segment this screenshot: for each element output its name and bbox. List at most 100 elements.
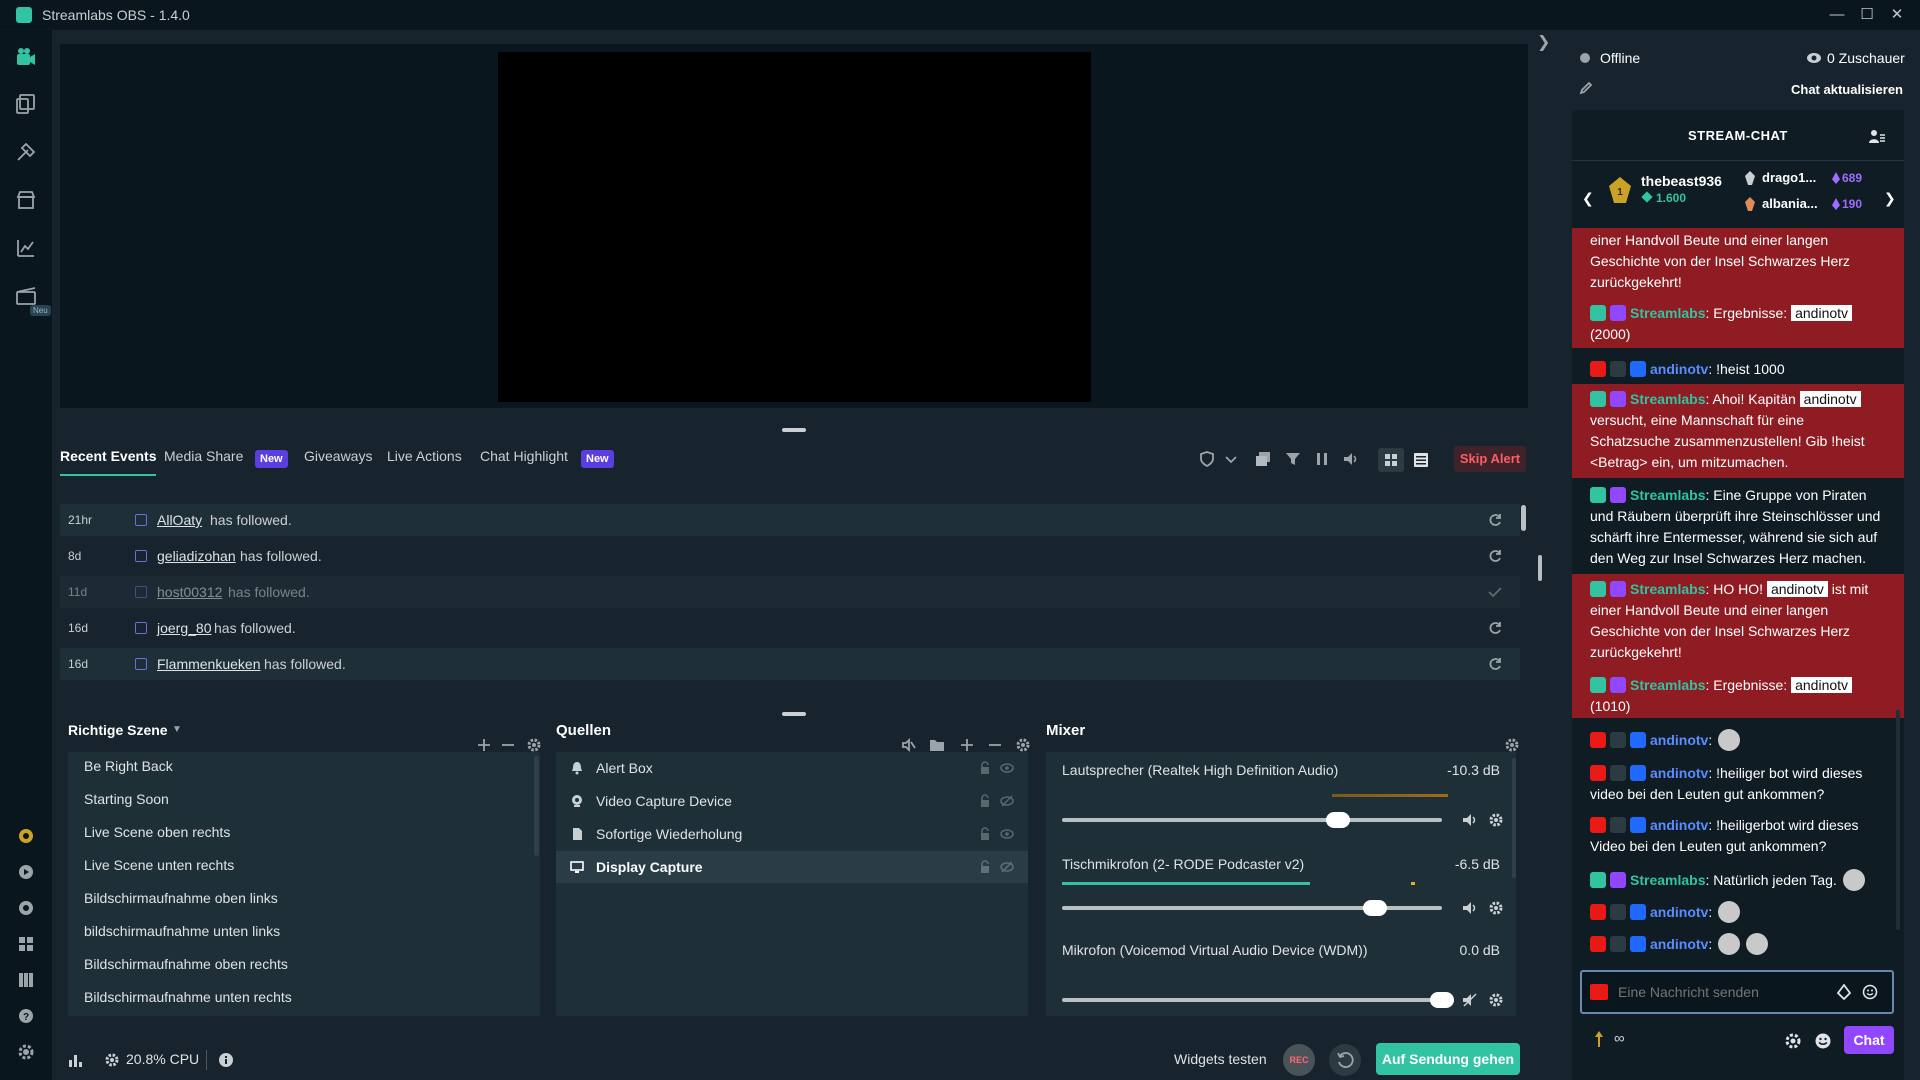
prime-icon[interactable] [14, 824, 38, 848]
close-button[interactable]: ✕ [1884, 4, 1910, 26]
lock-icon[interactable] [978, 794, 992, 808]
panel-resize-handle[interactable] [782, 712, 806, 716]
add-folder-icon[interactable] [929, 737, 945, 753]
widgets-test-label[interactable]: Widgets testen [1174, 1051, 1267, 1067]
speaker-icon[interactable] [1462, 812, 1478, 828]
volume-slider-knob[interactable] [1326, 812, 1350, 828]
channel-points-icon[interactable] [1594, 1030, 1604, 1048]
source-settings-icon[interactable] [1015, 737, 1031, 753]
studio-mode-icon[interactable] [14, 968, 38, 992]
maximize-button[interactable]: ☐ [1854, 4, 1880, 26]
leaderboard-next-arrow-icon[interactable]: ❯ [1884, 190, 1896, 207]
skip-alert-button[interactable]: Skip Alert [1454, 446, 1526, 472]
scene-collection-dropdown-icon[interactable]: ▼ [172, 724, 182, 735]
channel-settings-icon[interactable] [1488, 812, 1504, 828]
scenes-scrollbar[interactable] [534, 756, 539, 856]
event-user-link[interactable]: Flammenkueken [157, 656, 261, 672]
record-button[interactable]: REC [1283, 1044, 1315, 1076]
eye-icon[interactable] [1000, 827, 1014, 841]
volume-slider-track[interactable] [1062, 818, 1442, 822]
chat-input-box[interactable] [1580, 970, 1894, 1014]
source-item[interactable]: Video Capture Device [556, 785, 1028, 817]
repeat-alert-icon[interactable] [1486, 511, 1504, 529]
chat-settings-icon[interactable] [1784, 1032, 1802, 1050]
scene-item[interactable]: Be Right Back [84, 758, 173, 774]
grid-view-button[interactable] [1378, 448, 1404, 472]
list-view-button[interactable] [1408, 448, 1434, 472]
scene-item[interactable]: Live Scene unten rechts [84, 857, 234, 873]
volume-slider-knob[interactable] [1430, 992, 1454, 1008]
send-chat-button[interactable]: Chat [1844, 1026, 1894, 1054]
scene-item[interactable]: Starting Soon [84, 791, 169, 807]
source-item-selected[interactable]: Display Capture [556, 851, 1028, 883]
edit-pencil-icon[interactable] [1578, 80, 1594, 96]
repeat-alert-icon[interactable] [1486, 619, 1504, 637]
help-icon[interactable]: ? [14, 1004, 38, 1028]
layout-editor-icon[interactable] [14, 92, 38, 116]
pause-icon[interactable] [1313, 450, 1331, 468]
mixer-scrollbar[interactable] [1512, 758, 1516, 878]
add-scene-icon[interactable] [476, 737, 492, 753]
app-store-icon[interactable] [14, 188, 38, 212]
chat-message-input[interactable] [1618, 981, 1818, 1003]
performance-bars-icon[interactable] [68, 1052, 84, 1068]
scene-collection-title[interactable]: Richtige Szene [68, 722, 168, 738]
scene-item[interactable]: Bildschirmaufnahme unten rechts [84, 989, 292, 1005]
scene-item[interactable]: Live Scene oben rechts [84, 824, 230, 840]
dashboard-chart-icon[interactable] [14, 236, 38, 260]
preview-canvas[interactable] [498, 52, 1091, 402]
refresh-chat-button[interactable]: Chat aktualisieren [1791, 82, 1903, 97]
eye-slash-icon[interactable] [1000, 860, 1014, 874]
scene-settings-icon[interactable] [526, 737, 542, 753]
chat-scrollbar[interactable] [1896, 710, 1900, 930]
emoji-icon[interactable] [1862, 984, 1878, 1000]
event-user-link[interactable]: host00312 [157, 584, 222, 600]
lock-icon[interactable] [978, 860, 992, 874]
event-user-link[interactable]: AllOaty [157, 512, 202, 528]
user-list-icon[interactable] [1868, 128, 1886, 146]
event-user-link[interactable]: geliadizohan [157, 548, 236, 564]
tab-recent-events[interactable]: Recent Events [60, 448, 157, 476]
source-item[interactable]: Alert Box [556, 752, 1028, 784]
scene-item[interactable]: bildschirmaufnahme unten links [84, 923, 280, 939]
mixer-settings-icon[interactable] [1504, 737, 1520, 753]
add-source-icon[interactable] [959, 737, 975, 753]
collapse-chat-arrow-icon[interactable]: ❯ [1537, 32, 1550, 52]
discord-icon[interactable] [14, 896, 38, 920]
preview-resize-handle[interactable] [782, 428, 806, 432]
scene-item[interactable]: Bildschirmaufnahme oben links [84, 890, 278, 906]
lock-icon[interactable] [978, 761, 992, 775]
repeat-alert-icon[interactable] [1486, 547, 1504, 565]
repeat-alert-icon[interactable] [1486, 655, 1504, 673]
apps-grid-icon[interactable] [14, 932, 38, 956]
events-scrollbar[interactable] [1521, 505, 1526, 531]
volume-icon[interactable] [1342, 450, 1360, 468]
learn-icon[interactable] [14, 860, 38, 884]
filter-icon[interactable] [1284, 450, 1302, 468]
eye-slash-icon[interactable] [1000, 794, 1014, 808]
scene-item[interactable]: Bildschirmaufnahme oben rechts [84, 956, 288, 972]
tab-chat-highlight[interactable]: Chat Highlight [480, 448, 568, 464]
themes-icon[interactable] [14, 140, 38, 164]
go-live-button[interactable]: Auf Sendung gehen [1376, 1043, 1520, 1075]
tab-media-share[interactable]: Media Share [164, 448, 243, 464]
shield-icon[interactable] [1198, 450, 1216, 468]
bits-icon[interactable] [1836, 984, 1852, 1000]
tab-live-actions[interactable]: Live Actions [387, 448, 462, 464]
leaderboard-prev-arrow-icon[interactable]: ❮ [1582, 190, 1594, 207]
mute-all-sources-icon[interactable] [900, 737, 916, 753]
tab-giveaways[interactable]: Giveaways [304, 448, 372, 464]
channel-settings-icon[interactable] [1488, 992, 1504, 1008]
volume-slider-knob[interactable] [1363, 900, 1387, 916]
replay-buffer-button[interactable] [1329, 1044, 1361, 1076]
volume-slider-track[interactable] [1062, 998, 1442, 1002]
eye-icon[interactable] [1000, 761, 1014, 775]
copy-icon[interactable] [1254, 450, 1272, 468]
remove-source-icon[interactable] [987, 737, 1003, 753]
event-user-link[interactable]: joerg_80 [157, 620, 212, 636]
settings-gear-icon[interactable] [14, 1040, 38, 1064]
source-item[interactable]: Sofortige Wiederholung [556, 818, 1028, 850]
info-icon[interactable] [218, 1052, 234, 1068]
channel-settings-icon[interactable] [1488, 900, 1504, 916]
editor-icon[interactable] [14, 46, 38, 70]
